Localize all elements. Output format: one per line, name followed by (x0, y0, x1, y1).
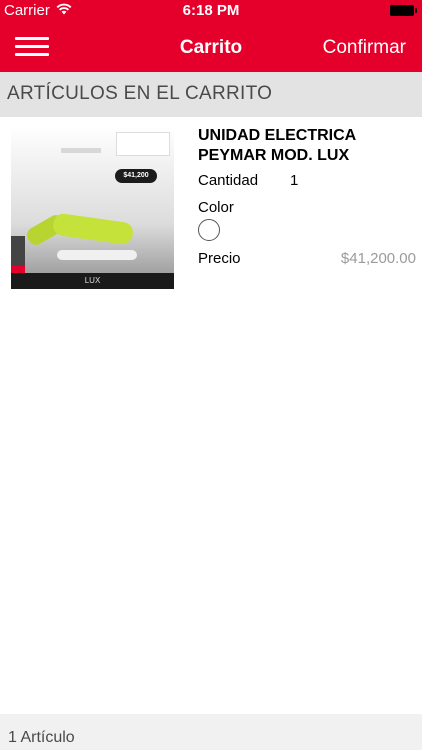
battery-icon (390, 5, 417, 16)
app-header: Carrier 6:18 PM Carrito Confirmar (0, 0, 422, 72)
product-name: UNIDAD ELECTRICA PEYMAR MOD. LUX (198, 127, 356, 164)
dental-chair (51, 212, 135, 246)
section-header: ARTÍCULOS EN EL CARRITO (0, 72, 422, 117)
chair-base (57, 250, 137, 260)
image-price-badge: $41,200 (115, 169, 157, 183)
color-swatch[interactable] (198, 219, 220, 241)
brand-logo (116, 132, 170, 156)
product-image: $41,200 LUX (11, 126, 174, 289)
status-bar: Carrier 6:18 PM (0, 0, 422, 22)
item-count: 1 Artículo (8, 729, 75, 746)
image-caption: LUX (11, 273, 174, 289)
section-title: ARTÍCULOS EN EL CARRITO (7, 83, 273, 104)
price-label: Precio (198, 250, 241, 267)
price-value: $41,200.00 (340, 250, 416, 267)
dental-lamp-arm (61, 148, 101, 153)
quantity-value[interactable]: 1 (290, 172, 298, 189)
color-label: Color (198, 199, 234, 216)
quantity-label: Cantidad (198, 172, 259, 189)
clock: 6:18 PM (182, 2, 240, 19)
confirm-button[interactable]: Confirmar (323, 37, 406, 59)
cart-footer: 1 Artículo (0, 714, 422, 750)
cart-item[interactable]: $41,200 LUX UNIDAD ELECTRICA PEYMAR MOD.… (0, 117, 422, 297)
